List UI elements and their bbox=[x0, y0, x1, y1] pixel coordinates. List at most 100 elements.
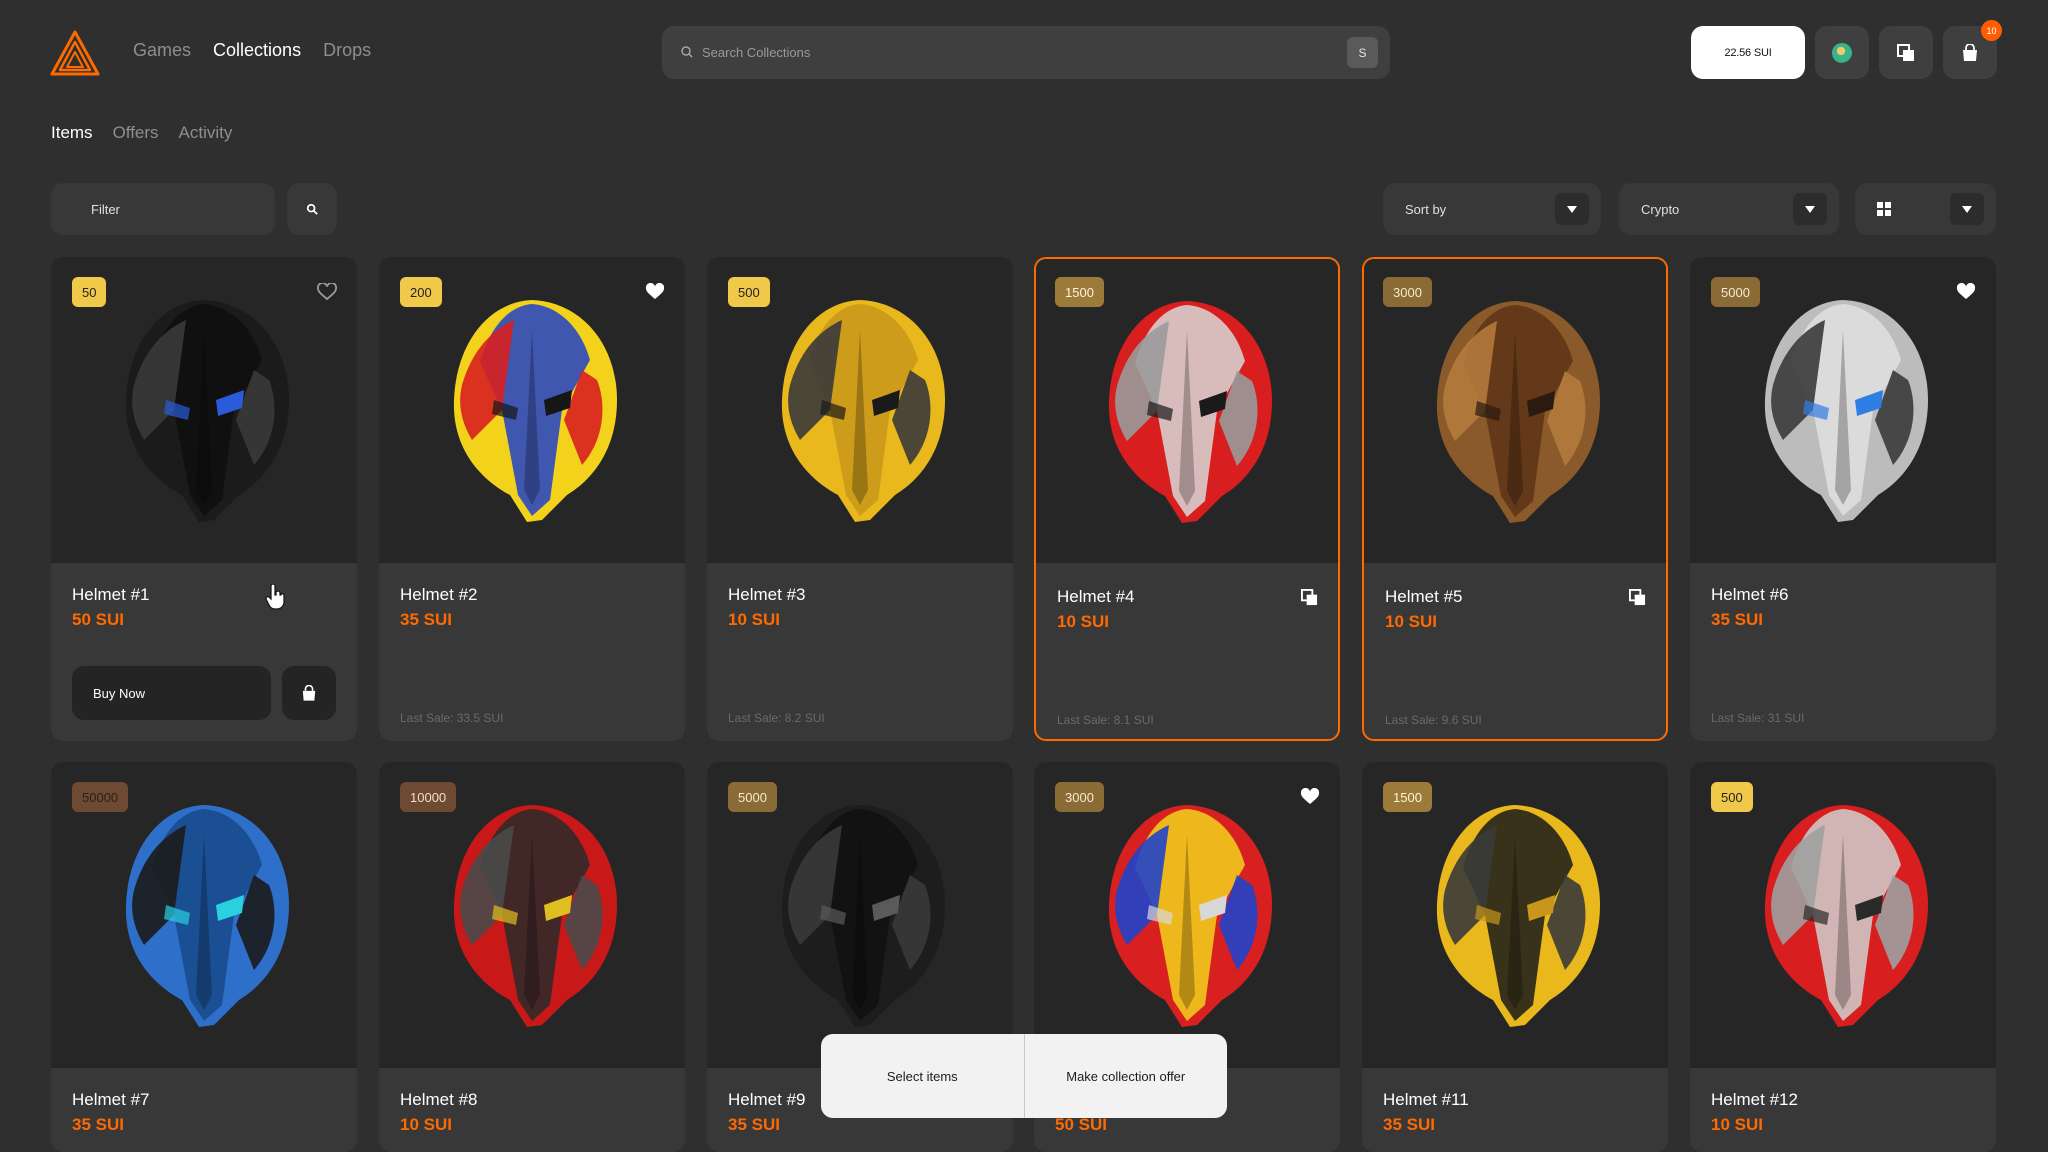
crypto-label: Crypto bbox=[1641, 201, 1680, 217]
item-price: 35 SUI bbox=[1383, 1115, 1435, 1134]
last-sale: Last Sale: 33.5 SUI bbox=[400, 711, 504, 725]
view-mode-dropdown[interactable] bbox=[1855, 183, 1996, 235]
item-card[interactable]: 50000 Helmet #7 35 SUI bbox=[51, 762, 357, 1152]
last-sale: Last Sale: 8.2 SUI bbox=[728, 711, 825, 725]
filter-search-button[interactable] bbox=[287, 183, 337, 235]
nav-drops[interactable]: Drops bbox=[323, 40, 371, 61]
helmet-image bbox=[1436, 301, 1600, 523]
item-name: Helmet #5 bbox=[1385, 587, 1463, 606]
search-bar: S bbox=[662, 26, 1390, 79]
item-card[interactable]: 1500 Helmet #4 10 SUI Last Sale: 8.1 SUI bbox=[1034, 257, 1340, 741]
select-items-button[interactable]: Select items bbox=[821, 1034, 1024, 1118]
shopping-bag-icon bbox=[302, 684, 316, 701]
buy-now-button[interactable]: Buy Now bbox=[72, 666, 271, 720]
tab-activity[interactable]: Activity bbox=[179, 123, 233, 143]
content-tabs: Items Offers Activity bbox=[51, 123, 232, 143]
rarity-badge: 1500 bbox=[1055, 277, 1104, 307]
search-shortcut-key: S bbox=[1347, 37, 1378, 68]
sort-dropdown[interactable]: Sort by bbox=[1383, 183, 1601, 235]
hand-cursor-icon bbox=[265, 584, 285, 610]
shopping-bag-icon bbox=[1963, 43, 1977, 61]
heart-filled-icon[interactable] bbox=[1956, 282, 1976, 301]
tab-items[interactable]: Items bbox=[51, 123, 93, 143]
copy-icon[interactable] bbox=[1629, 589, 1646, 606]
rarity-badge: 3000 bbox=[1383, 277, 1432, 307]
item-name: Helmet #1 bbox=[72, 585, 150, 604]
crypto-dropdown[interactable]: Crypto bbox=[1619, 183, 1839, 235]
item-name: Helmet #11 bbox=[1383, 1090, 1469, 1109]
item-name: Helmet #2 bbox=[400, 585, 478, 604]
last-sale: Last Sale: 9.6 SUI bbox=[1385, 713, 1482, 727]
chevron-down-icon bbox=[1805, 205, 1815, 213]
helmet-image bbox=[1436, 805, 1600, 1027]
nav-games[interactable]: Games bbox=[133, 40, 191, 61]
item-card[interactable]: 500 Helmet #3 10 SUI Last Sale: 8.2 SUI bbox=[707, 257, 1013, 741]
item-price: 10 SUI bbox=[1057, 612, 1109, 631]
last-sale: Last Sale: 31 SUI bbox=[1711, 711, 1805, 725]
cart-count-badge: 10 bbox=[1981, 20, 2002, 41]
rarity-badge: 10000 bbox=[400, 782, 457, 812]
tab-offers[interactable]: Offers bbox=[113, 123, 159, 143]
rarity-badge: 50000 bbox=[72, 782, 129, 812]
item-card[interactable]: 5000 Helmet #6 35 SUI Last Sale: 31 SUI bbox=[1690, 257, 1996, 741]
favorite-toggle[interactable] bbox=[645, 282, 665, 306]
wallet-balance-button[interactable]: 22.56 SUI bbox=[1691, 26, 1805, 79]
item-card[interactable]: 3000 Helmet #5 10 SUI Last Sale: 9.6 SUI bbox=[1362, 257, 1668, 741]
search-input[interactable] bbox=[702, 38, 1302, 66]
grid-view-icon bbox=[1877, 202, 1891, 216]
rarity-badge: 5000 bbox=[728, 782, 777, 812]
helmet-image bbox=[1108, 301, 1272, 523]
filter-input[interactable]: Filter bbox=[51, 183, 275, 235]
add-to-cart-button[interactable] bbox=[282, 666, 336, 720]
heart-filled-icon[interactable] bbox=[1300, 787, 1320, 806]
profile-avatar-button[interactable] bbox=[1815, 26, 1869, 79]
item-card[interactable]: 200 Helmet #2 35 SUI Last Sale: 33.5 SUI bbox=[379, 257, 685, 741]
item-card[interactable]: 1500 Helmet #11 35 SUI bbox=[1362, 762, 1668, 1152]
avatar bbox=[1832, 42, 1852, 63]
item-name: Helmet #4 bbox=[1057, 587, 1135, 606]
triangle-logo-icon[interactable] bbox=[50, 30, 100, 76]
rarity-badge: 5000 bbox=[1711, 277, 1760, 307]
item-card[interactable]: 50 Helmet #1 50 SUI Buy Now bbox=[51, 257, 357, 741]
copy-icon[interactable] bbox=[1301, 589, 1318, 606]
rarity-badge: 3000 bbox=[1055, 782, 1104, 812]
item-price: 50 SUI bbox=[1055, 1115, 1107, 1134]
heart-outline-icon[interactable] bbox=[317, 282, 337, 301]
helmet-image bbox=[453, 805, 617, 1027]
helmet-image bbox=[125, 805, 289, 1027]
item-price: 10 SUI bbox=[1385, 612, 1437, 631]
item-price: 35 SUI bbox=[72, 1115, 124, 1134]
chevron-down-icon bbox=[1962, 205, 1972, 213]
helmet-image bbox=[1764, 805, 1928, 1027]
view-chevron bbox=[1950, 193, 1984, 225]
item-price: 35 SUI bbox=[728, 1115, 780, 1134]
rarity-badge: 500 bbox=[1711, 782, 1753, 812]
helmet-image bbox=[125, 300, 289, 522]
heart-filled-icon[interactable] bbox=[645, 282, 665, 301]
rarity-badge: 500 bbox=[728, 277, 770, 307]
item-name: Helmet #6 bbox=[1711, 585, 1789, 604]
favorite-toggle[interactable] bbox=[1956, 282, 1976, 306]
helmet-image bbox=[781, 805, 945, 1027]
item-name: Helmet #12 bbox=[1711, 1090, 1798, 1109]
top-header: Games Collections Drops S 22.56 SUI 10 bbox=[0, 0, 2048, 104]
helmet-image bbox=[1764, 300, 1928, 522]
item-price: 35 SUI bbox=[400, 610, 452, 629]
item-card[interactable]: 10000 Helmet #8 10 SUI bbox=[379, 762, 685, 1152]
rarity-badge: 200 bbox=[400, 277, 442, 307]
rarity-badge: 50 bbox=[72, 277, 107, 307]
item-card[interactable]: 500 Helmet #12 10 SUI bbox=[1690, 762, 1996, 1152]
item-price: 50 SUI bbox=[72, 610, 124, 629]
item-price: 35 SUI bbox=[1711, 610, 1763, 629]
rarity-badge: 1500 bbox=[1383, 782, 1432, 812]
search-icon bbox=[681, 46, 693, 58]
favorite-toggle[interactable] bbox=[317, 282, 337, 306]
favorite-toggle[interactable] bbox=[1300, 787, 1320, 811]
nav-collections[interactable]: Collections bbox=[213, 40, 301, 61]
item-name: Helmet #7 bbox=[72, 1090, 150, 1109]
collections-button[interactable] bbox=[1879, 26, 1933, 79]
make-collection-offer-button[interactable]: Make collection offer bbox=[1025, 1034, 1228, 1118]
crypto-chevron bbox=[1793, 193, 1827, 225]
copy-icon bbox=[1897, 43, 1914, 61]
helmet-image bbox=[781, 300, 945, 522]
